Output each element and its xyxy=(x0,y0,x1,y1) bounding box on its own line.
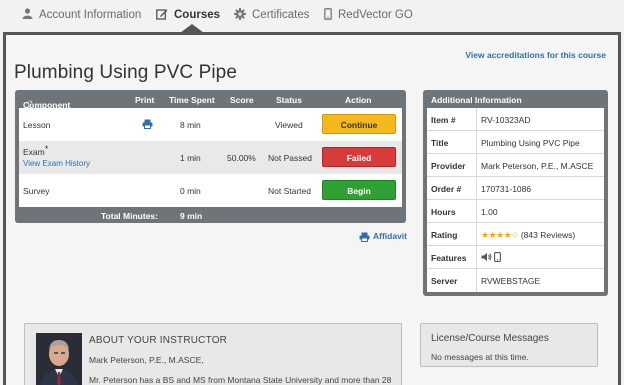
mobile-icon xyxy=(494,252,502,264)
info-key: Provider xyxy=(427,154,477,176)
info-key: Rating xyxy=(427,223,477,245)
page-title: Plumbing Using PVC Pipe xyxy=(14,62,238,83)
info-row-server: Server RVWEBSTAGE xyxy=(427,269,604,292)
table-row: Exam* View Exam History 1 min 50.00% Not… xyxy=(19,141,402,174)
component-name: Lesson xyxy=(23,120,51,130)
time-spent: 1 min xyxy=(180,153,201,163)
info-value: RV-10323AD xyxy=(481,115,531,125)
print-icon xyxy=(359,232,370,242)
total-minutes-label: Total Minutes: xyxy=(101,211,158,221)
info-key: Server xyxy=(427,269,477,292)
additional-information-table: Item # RV-10323AD Title Plumbing Using PVC… xyxy=(427,108,604,292)
rating-stars: ★★★★☆ xyxy=(481,230,519,240)
info-value: 170731-1086 xyxy=(481,184,532,194)
view-exam-history-link[interactable]: View Exam History xyxy=(23,159,90,168)
info-value xyxy=(477,246,502,268)
affidavit-label: Affidavit xyxy=(373,231,407,241)
affidavit-link[interactable]: Affidavit xyxy=(359,231,407,242)
info-row-rating: Rating ★★★★☆ (843 Reviews) xyxy=(427,223,604,246)
nav-certificates[interactable]: Certificates xyxy=(234,8,310,22)
about-instructor-title: ABOUT YOUR INSTRUCTOR xyxy=(89,335,228,346)
gear-badge-icon xyxy=(234,8,246,22)
time-spent: 8 min xyxy=(180,120,201,130)
instructor-photo xyxy=(36,333,82,385)
info-key: Order # xyxy=(427,177,477,199)
component-name: Survey xyxy=(23,186,50,196)
status: Viewed xyxy=(275,120,303,130)
failed-button[interactable]: Failed xyxy=(322,147,396,167)
license-messages-title: License/Course Messages xyxy=(431,333,549,344)
components-table-body: Lesson 8 min Viewed Continue Exam* View … xyxy=(19,108,402,207)
info-value: RVWEBSTAGE xyxy=(481,276,541,286)
components-table: Component (* Required) Print Time Spent … xyxy=(15,90,406,223)
col-status: Status xyxy=(276,95,302,105)
table-row: Lesson 8 min Viewed Continue xyxy=(19,108,402,141)
required-marker: * xyxy=(44,144,49,154)
info-value: 1.00 xyxy=(481,207,498,217)
license-messages-panel: License/Course Messages No messages at t… xyxy=(420,323,598,367)
component-name: Exam* xyxy=(23,144,49,157)
status: Not Started xyxy=(268,186,311,196)
info-row-hours: Hours 1.00 xyxy=(427,200,604,223)
print-icon[interactable] xyxy=(142,119,153,129)
col-score: Score xyxy=(230,95,254,105)
col-print: Print xyxy=(135,95,155,105)
about-instructor-panel: ABOUT YOUR INSTRUCTOR Mark Peterson, P.E… xyxy=(24,323,402,385)
license-messages-text: No messages at this time. xyxy=(431,352,529,362)
additional-information-panel: Additional Information Item # RV-10323AD … xyxy=(423,90,608,296)
col-time-spent: Time Spent xyxy=(169,95,215,105)
info-value: Mark Peterson, P.E., M.ASCE xyxy=(481,161,594,171)
user-icon xyxy=(22,8,33,21)
edit-icon xyxy=(156,8,168,22)
mobile-icon xyxy=(324,8,332,22)
speaker-icon xyxy=(481,252,492,264)
nav-redvector-go[interactable]: RedVector GO xyxy=(324,8,413,22)
nav-label: Account Information xyxy=(39,8,142,21)
score: 50.00% xyxy=(227,153,256,163)
col-component: Component (* Required) xyxy=(23,95,70,114)
view-accreditations-link[interactable]: View accreditations for this course xyxy=(465,50,606,60)
instructor-bio: Mr. Peterson has a BS and MS from Montan… xyxy=(89,375,392,385)
info-value: Plumbing Using PVC Pipe xyxy=(481,138,580,148)
top-nav: Account Information Courses Certificates… xyxy=(0,0,624,33)
col-action: Action xyxy=(345,95,372,105)
info-row-title: Title Plumbing Using PVC Pipe xyxy=(427,131,604,154)
info-value: ★★★★☆ (843 Reviews) xyxy=(477,223,575,245)
nav-account-information[interactable]: Account Information xyxy=(22,8,141,21)
info-row-item: Item # RV-10323AD xyxy=(427,108,604,131)
continue-button[interactable]: Continue xyxy=(322,114,396,134)
time-spent: 0 min xyxy=(180,186,201,196)
info-row-order: Order # 170731-1086 xyxy=(427,177,604,200)
review-count[interactable]: (843 Reviews) xyxy=(521,230,575,240)
info-key: Item # xyxy=(427,108,477,130)
components-table-header: Component (* Required) Print Time Spent … xyxy=(19,90,402,114)
total-minutes-value: 9 min xyxy=(180,211,203,221)
info-key: Title xyxy=(427,131,477,153)
begin-button[interactable]: Begin xyxy=(322,180,396,200)
table-row: Survey 0 min Not Started Begin xyxy=(19,174,402,207)
info-row-features: Features xyxy=(427,246,604,269)
nav-courses[interactable]: Courses xyxy=(156,8,220,22)
nav-label: RedVector GO xyxy=(338,9,413,21)
additional-information-title: Additional Information xyxy=(431,95,522,105)
nav-label: Certificates xyxy=(252,9,310,21)
nav-label: Courses xyxy=(174,9,221,21)
instructor-name: Mark Peterson, P.E., M.ASCE, xyxy=(89,355,204,365)
info-key: Hours xyxy=(427,200,477,222)
info-row-provider: Provider Mark Peterson, P.E., M.ASCE xyxy=(427,154,604,177)
components-table-footer: Total Minutes: 9 min xyxy=(19,207,402,221)
status: Not Passed xyxy=(268,153,312,163)
info-key: Features xyxy=(427,246,477,268)
